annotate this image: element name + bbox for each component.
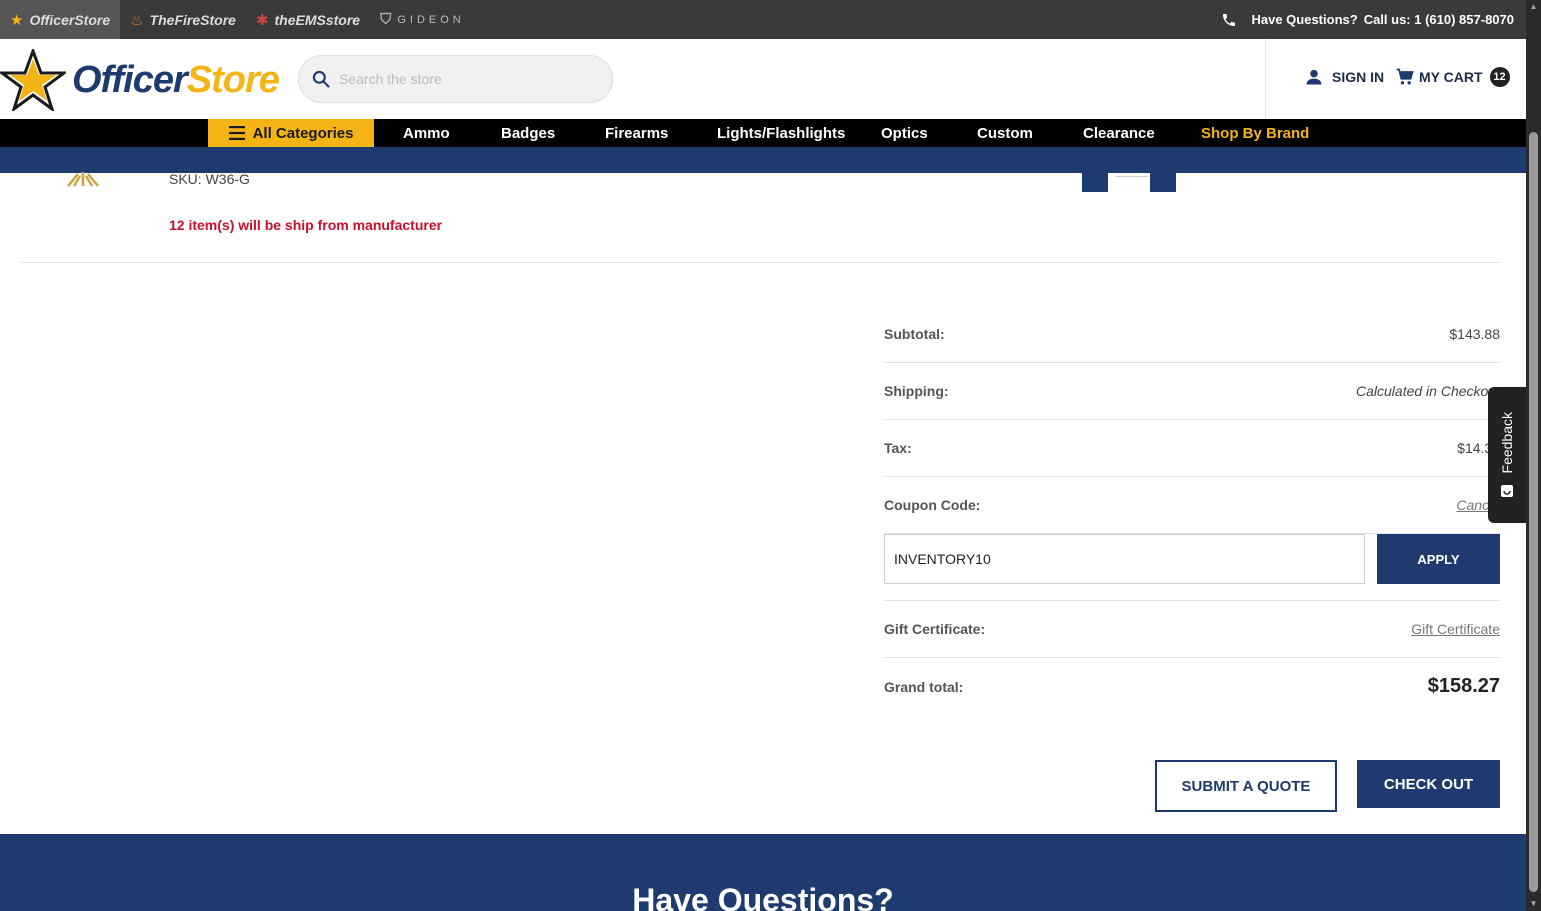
coupon-row: Coupon Code: Cancel	[884, 477, 1500, 534]
logo-part2: Store	[186, 58, 280, 101]
brand-label: theEMSstore	[274, 11, 361, 28]
logo-text: OfficerStore	[72, 58, 280, 102]
header-divider	[1265, 39, 1266, 119]
footer-section: Have Questions?	[0, 834, 1526, 911]
shipping-row: Shipping: Calculated in Checkout	[884, 363, 1500, 420]
brand-tab-theemsstore[interactable]: ✱ theEMSstore	[246, 0, 370, 39]
questions-label: Have Questions?	[1251, 12, 1358, 27]
my-cart-link[interactable]: MY CART 12	[1395, 67, 1510, 87]
subtotal-row: Subtotal: $143.88	[884, 306, 1500, 363]
phone-icon	[1223, 13, 1236, 26]
order-totals: Subtotal: $143.88 Shipping: Calculated i…	[884, 306, 1500, 715]
qty-input[interactable]	[1116, 176, 1148, 177]
search-box	[298, 55, 613, 103]
nav-item-clearance[interactable]: Clearance	[1083, 119, 1155, 147]
call-us-link[interactable]: Call us: 1 (610) 857-8070	[1364, 12, 1514, 27]
footer-title: Have Questions?	[632, 882, 894, 911]
gift-certificate-row: Gift Certificate: Gift Certificate	[884, 601, 1500, 658]
brand-bar: ★ OfficerStore ♨ TheFireStore ✱ theEMSst…	[0, 0, 1526, 39]
search-icon[interactable]	[311, 69, 331, 89]
cart-count-badge: 12	[1489, 67, 1510, 87]
nav-item-optics[interactable]: Optics	[881, 119, 928, 147]
logo-part1: Officer	[72, 58, 188, 101]
gift-certificate-label: Gift Certificate:	[884, 621, 986, 637]
qty-decrease-button[interactable]	[1082, 168, 1108, 192]
coupon-label: Coupon Code:	[884, 497, 981, 513]
cart-label: MY CART	[1419, 69, 1483, 85]
product-thumbnail[interactable]	[66, 168, 100, 188]
tax-label: Tax:	[884, 440, 912, 456]
brand-tab-thefirestore[interactable]: ♨ TheFireStore	[120, 0, 246, 39]
submit-quote-button[interactable]: SUBMIT A QUOTE	[1155, 760, 1337, 812]
scroll-down-arrow-icon[interactable]: ▼	[1529, 899, 1538, 909]
sign-in-label: SIGN IN	[1332, 69, 1385, 85]
brand-label: TheFireStore	[149, 11, 236, 28]
nav-item-shop-by-brand[interactable]: Shop By Brand	[1201, 119, 1309, 147]
contact-info: Have Questions? Call us: 1 (610) 857-807…	[1221, 0, 1514, 39]
qty-increase-button[interactable]	[1150, 168, 1176, 192]
checkout-button[interactable]: CHECK OUT	[1357, 760, 1500, 808]
search-input[interactable]	[339, 71, 589, 87]
feedback-label: Feedback	[1499, 412, 1515, 474]
scrollbar-thumb[interactable]	[1529, 132, 1538, 892]
nav-item-lights-flashlights[interactable]: Lights/Flashlights	[717, 119, 845, 147]
grand-total-value: $158.27	[1427, 675, 1500, 697]
brand-tab-gideon[interactable]: ⛉ GIDEON	[370, 0, 475, 39]
brand-label: OfficerStore	[29, 11, 111, 28]
site-logo[interactable]: OfficerStore	[0, 49, 280, 111]
brand-label: GIDEON	[397, 13, 465, 26]
star-of-life-icon: ✱	[255, 11, 269, 29]
all-categories-button[interactable]: All Categories	[208, 119, 374, 147]
nav-item-badges[interactable]: Badges	[501, 119, 555, 147]
logo-star-icon	[0, 49, 66, 111]
shipping-label: Shipping:	[884, 383, 949, 399]
cart-row-divider	[21, 262, 1501, 263]
site-header: OfficerStore SIGN IN MY CART 12	[0, 39, 1526, 119]
subtotal-value: $143.88	[1449, 326, 1500, 342]
gift-certificate-link[interactable]: Gift Certificate	[1411, 621, 1500, 637]
coupon-code-input[interactable]	[884, 534, 1365, 584]
page-scrollbar[interactable]: ▲ ▼	[1526, 0, 1541, 911]
nav-item-firearms[interactable]: Firearms	[605, 119, 668, 147]
hamburger-icon	[228, 126, 245, 140]
gideon-shield-icon: ⛉	[380, 11, 392, 28]
product-sku: SKU: W36-G	[169, 171, 250, 187]
sign-in-link[interactable]: SIGN IN	[1304, 67, 1384, 87]
grand-total-label: Grand total:	[884, 678, 964, 695]
shipping-notice: 12 item(s) will be ship from manufacture…	[169, 217, 443, 233]
scroll-up-arrow-icon[interactable]: ▲	[1529, 2, 1538, 12]
grand-total-row: Grand total: $158.27	[884, 658, 1500, 715]
coupon-form: APPLY	[884, 534, 1500, 601]
flame-icon: ♨	[130, 11, 144, 29]
apply-coupon-button[interactable]: APPLY	[1377, 534, 1500, 584]
subtotal-label: Subtotal:	[884, 326, 945, 342]
cart-icon	[1396, 68, 1414, 85]
brand-tab-officerstore[interactable]: ★ OfficerStore	[0, 0, 121, 39]
main-nav: All Categories Ammo Badges Firearms Ligh…	[0, 119, 1526, 147]
tax-row: Tax: $14.39	[884, 420, 1500, 477]
star-icon: ★	[10, 11, 24, 29]
shipping-value: Calculated in Checkout	[1356, 383, 1500, 399]
feedback-icon	[1501, 484, 1513, 497]
user-icon	[1306, 69, 1322, 85]
nav-sub-bar	[0, 147, 1526, 173]
nav-item-custom[interactable]: Custom	[977, 119, 1033, 147]
all-categories-label: All Categories	[252, 124, 354, 142]
feedback-tab[interactable]: Feedback	[1488, 387, 1526, 523]
nav-item-ammo[interactable]: Ammo	[403, 119, 450, 147]
